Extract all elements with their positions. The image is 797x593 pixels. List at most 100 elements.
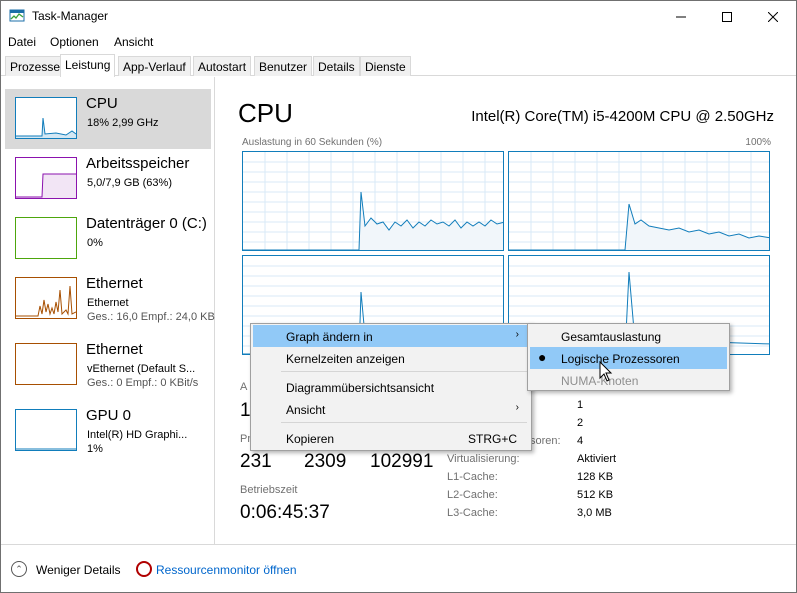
resource-gpu[interactable]: GPU 0 Intel(R) HD Graphi... 1% [5,401,211,461]
info-label-l1: L1-Cache: [447,471,498,483]
submenu-overall-utilization[interactable]: Gesamtauslastung [530,325,727,347]
resource-ethernet-1-title: Ethernet [86,275,143,292]
tab-leistung[interactable]: Leistung [60,54,116,77]
info-value-l3: 3,0 MB [577,507,612,519]
cpu-core-graph-2 [508,151,770,251]
resource-memory-title: Arbeitsspeicher [86,155,190,172]
uptime-value: 0:06:45:37 [240,502,330,523]
context-menu: Graph ändern in › Kernelzeiten anzeigen … [250,323,532,451]
graph-max-label: 100% [745,137,771,148]
tab-benutzer[interactable]: Benutzer [254,56,313,76]
maximize-button[interactable] [704,1,750,32]
processes-value: 231 [240,451,272,472]
handles-value: 102991 [370,451,434,472]
fewer-details-button[interactable]: Weniger Details [36,563,120,577]
menu-item-copy-shortcut: STRG+C [468,432,518,446]
resource-gpu-adapter: Intel(R) HD Graphi... [87,429,188,441]
resource-monitor-icon [136,561,152,577]
chevron-right-icon: › [515,329,519,340]
menu-item-kernel-times[interactable]: Kernelzeiten anzeigen [253,347,529,369]
submenu-overall-utilization-label: Gesamtauslastung [561,330,662,344]
page-title: CPU [238,98,293,128]
cpu-thumbnail [15,97,77,139]
menu-optionen[interactable]: Optionen [50,35,99,49]
ethernet-2-thumbnail [15,343,77,385]
resource-ethernet-1[interactable]: Ethernet Ethernet Ges.: 16,0 Empf.: 24,0… [5,269,215,329]
info-value-3: 4 [577,435,584,447]
menu-item-summary-view-label: Diagrammübersichtsansicht [286,381,435,395]
task-manager-icon [9,9,25,22]
resource-gpu-title: GPU 0 [86,407,132,424]
resource-gpu-usage: 1% [87,443,103,455]
tab-app-verlauf[interactable]: App-Verlauf [118,56,191,76]
tab-dienste[interactable]: Dienste [360,56,411,76]
threads-value: 2309 [304,451,347,472]
info-value-l2: 512 KB [577,489,614,501]
tab-details[interactable]: Details [313,56,360,76]
ethernet-1-thumbnail [15,277,77,319]
chevron-right-icon: › [515,402,519,413]
resource-disk-title: Datenträger 0 (C:) [86,215,207,232]
chevron-up-icon[interactable]: ⌃ [11,561,27,577]
resource-cpu-usage: 18% 2,99 GHz [87,117,159,129]
resource-ethernet-1-adapter: Ethernet [87,297,129,309]
resource-disk[interactable]: Datenträger 0 (C:) 0% [5,209,211,269]
title-bar[interactable]: Task-Manager [1,1,796,32]
cpu-model: Intel(R) Core(TM) i5-4200M CPU @ 2.50GHz [471,108,774,125]
utilization-value: 1 [240,400,251,421]
info-label-l2: L2-Cache: [447,489,498,501]
info-label-virtualization: Virtualisierung: [447,453,520,465]
resource-cpu[interactable]: CPU 18% 2,99 GHz [5,89,211,149]
menu-separator [281,422,527,423]
menu-item-view[interactable]: Ansicht › [253,398,529,420]
info-value-l1: 128 KB [577,471,614,483]
menu-datei[interactable]: Datei [8,35,36,49]
gpu-thumbnail [15,409,77,451]
footer: ⌃ Weniger Details Ressourcenmonitor öffn… [1,544,796,592]
info-value-1: 1 [577,399,584,411]
info-value-2: 2 [577,417,584,429]
menu-item-kernel-times-label: Kernelzeiten anzeigen [286,352,405,366]
menu-item-change-graph-label: Graph ändern in [286,330,373,344]
maximize-icon [722,11,732,22]
radio-bullet-icon: ● [538,349,547,365]
tab-bar: Prozesse Leistung App-Verlauf Autostart … [1,54,796,77]
utilization-label: A [240,381,248,393]
tab-autostart[interactable]: Autostart [193,56,252,76]
info-value-virtualization: Aktiviert [577,453,617,465]
menu-ansicht[interactable]: Ansicht [114,35,153,49]
disk-thumbnail [15,217,77,259]
resource-ethernet-2-title: Ethernet [86,341,143,358]
resource-list: CPU 18% 2,99 GHz Arbeitsspeicher 5,0/7,9… [1,77,215,544]
resource-ethernet-1-throughput: Ges.: 16,0 Empf.: 24,0 KB [87,311,215,323]
menu-item-copy[interactable]: Kopieren STRG+C [253,427,529,449]
close-button[interactable] [750,1,796,32]
resource-ethernet-2-adapter: vEthernet (Default S... [87,363,196,375]
graph-label: Auslastung in 60 Sekunden (%) [242,137,383,148]
resource-ethernet-2[interactable]: Ethernet vEthernet (Default S... Ges.: 0… [5,335,211,395]
tab-prozesse[interactable]: Prozesse [5,56,66,76]
resource-disk-usage: 0% [87,237,103,249]
cpu-core-graph-1 [242,151,504,251]
menu-item-copy-label: Kopieren [286,432,335,446]
menu-separator [281,371,527,372]
cpu-details-panel: CPU Intel(R) Core(TM) i5-4200M CPU @ 2.5… [216,77,796,544]
mouse-cursor-icon [599,361,613,382]
minimize-button[interactable] [658,1,704,32]
menu-bar: Datei Optionen Ansicht [1,32,796,52]
menu-item-summary-view[interactable]: Diagrammübersichtsansicht [253,376,529,398]
uptime-label: Betriebszeit [240,484,298,496]
submenu-logical-processors[interactable]: ● Logische Prozessoren [530,347,727,369]
window-title: Task-Manager [32,9,109,23]
menu-item-change-graph[interactable]: Graph ändern in › [253,325,529,347]
resource-cpu-title: CPU [86,95,118,112]
minimize-icon [676,16,686,17]
resource-memory-usage: 5,0/7,9 GB (63%) [87,177,172,189]
close-icon [768,11,778,22]
change-graph-submenu: Gesamtauslastung ● Logische Prozessoren … [527,323,730,391]
resource-monitor-link[interactable]: Ressourcenmonitor öffnen [156,563,297,577]
resource-ethernet-2-throughput: Ges.: 0 Empf.: 0 KBit/s [87,377,199,389]
resource-memory[interactable]: Arbeitsspeicher 5,0/7,9 GB (63%) [5,149,211,209]
memory-thumbnail [15,157,77,199]
submenu-logical-processors-label: Logische Prozessoren [561,352,680,366]
